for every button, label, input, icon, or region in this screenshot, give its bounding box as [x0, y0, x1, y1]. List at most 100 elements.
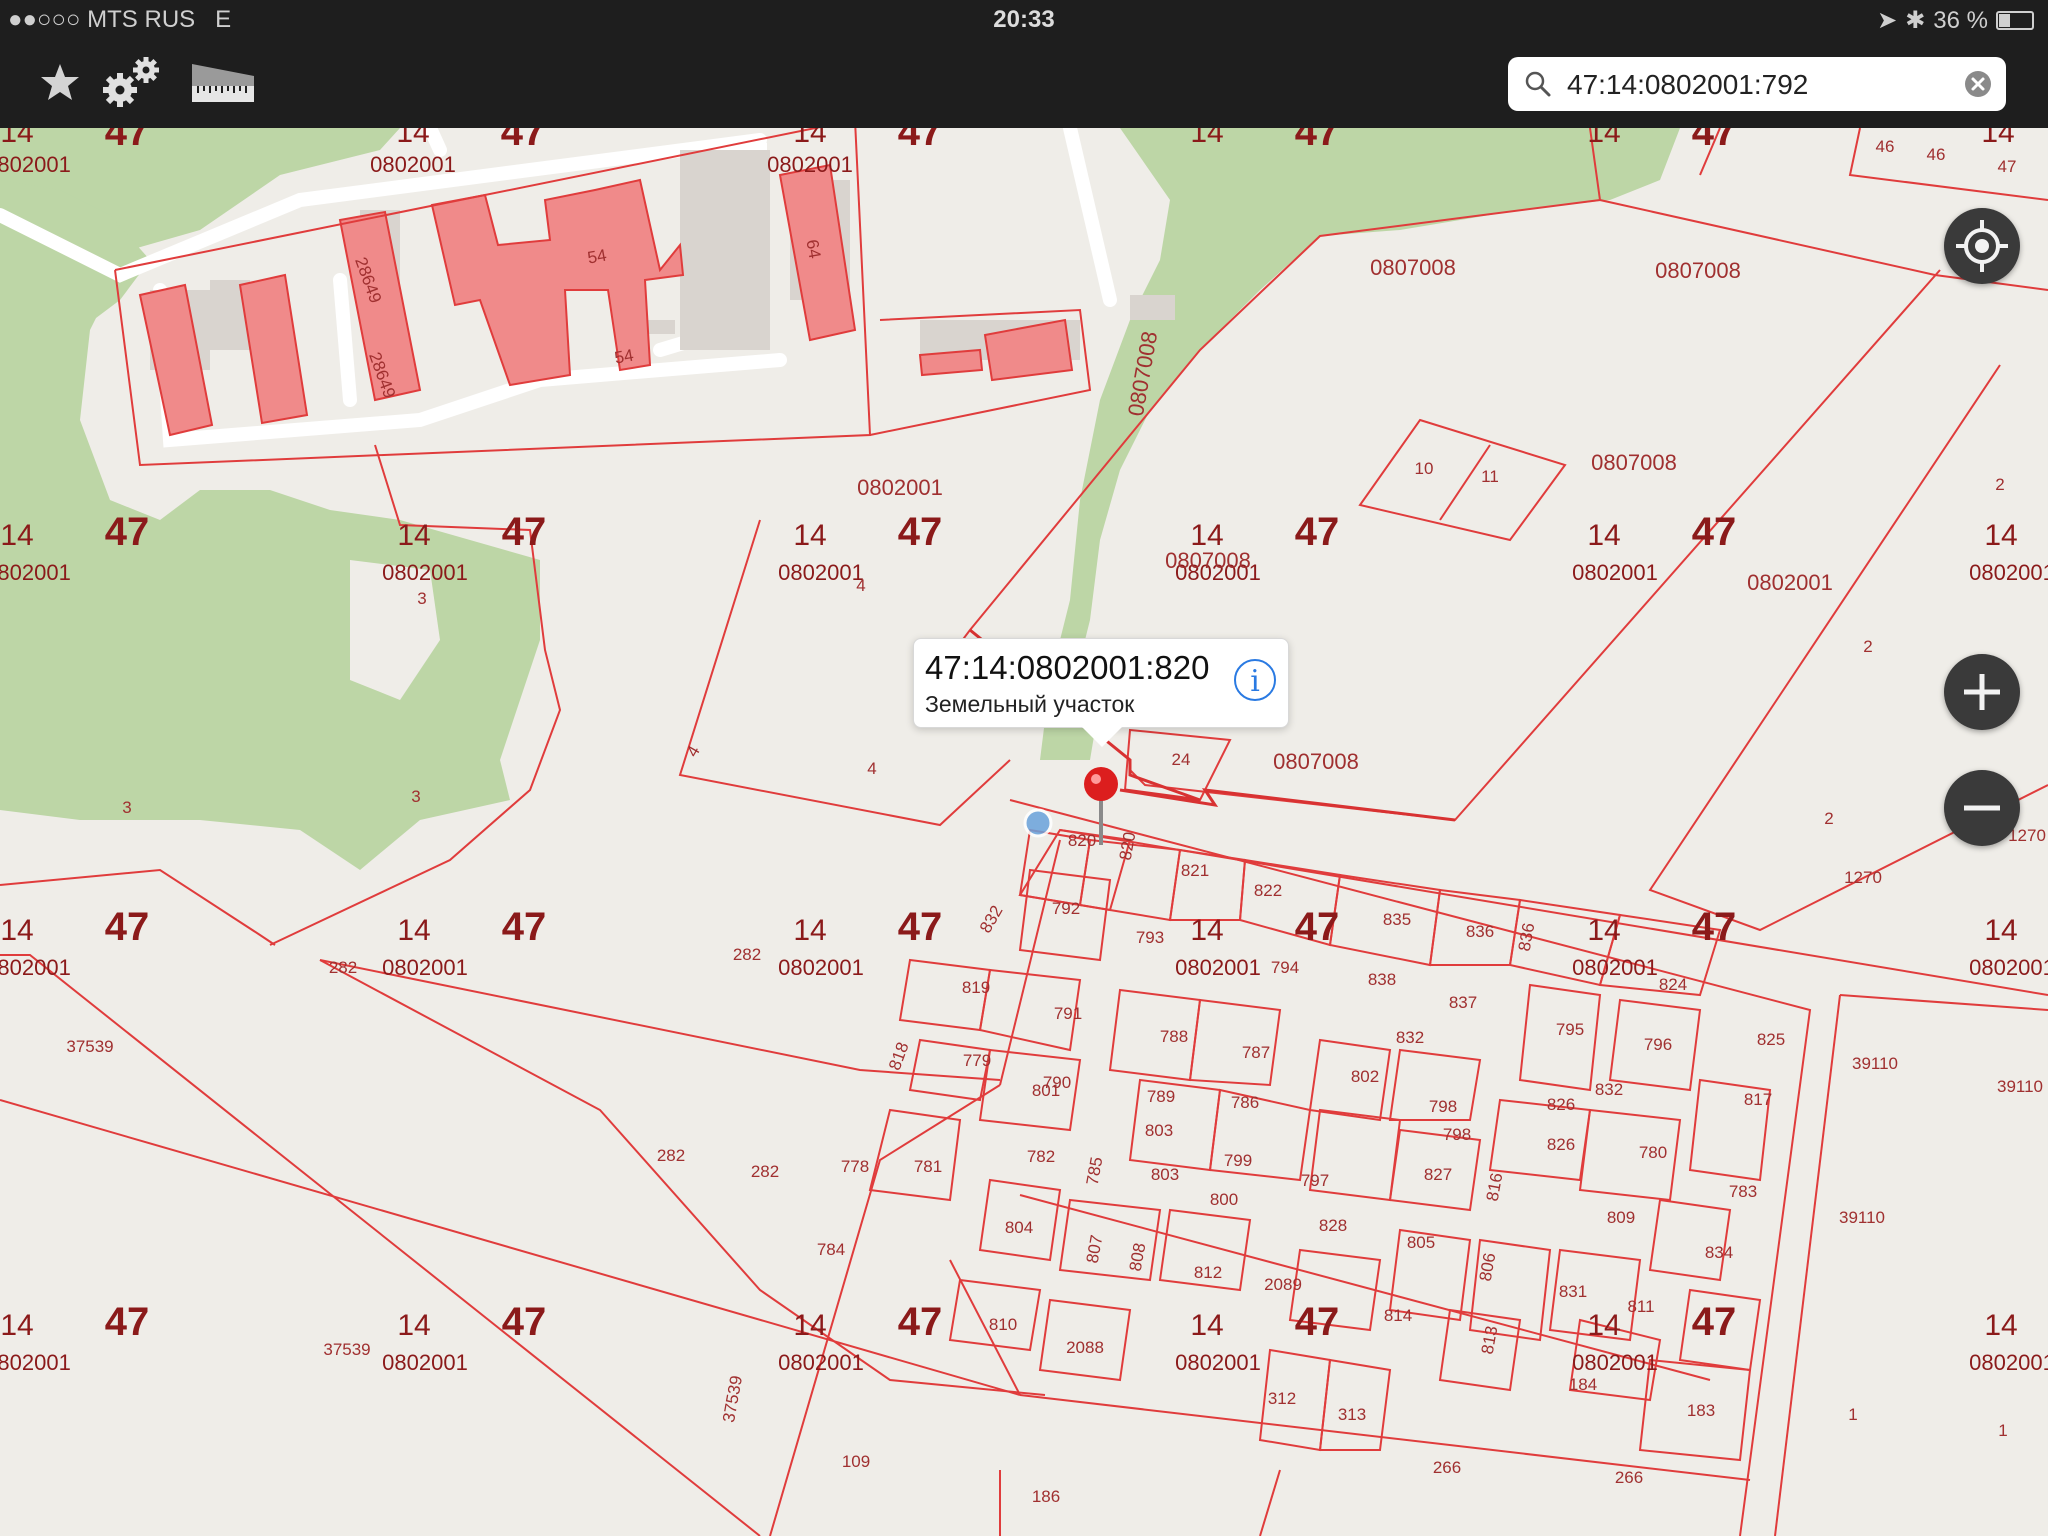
zoom-out-button[interactable] [1944, 770, 2020, 846]
grid-district-label: 14 [0, 914, 33, 947]
quarter-border [1119, 788, 1456, 822]
parcel-number: 54 [613, 346, 635, 368]
grid-district-label: 14 [397, 519, 430, 552]
info-button[interactable]: i [1234, 659, 1276, 701]
parcel-number: 782 [1027, 1147, 1055, 1166]
parcel-number: 47 [1998, 157, 2017, 176]
parcel-number: 24 [1172, 750, 1191, 769]
road [333, 273, 357, 407]
building-64 [238, 273, 309, 425]
parcel-number: 3 [411, 787, 420, 806]
parcel-number: 802 [1351, 1067, 1379, 1086]
clear-search-button[interactable] [1964, 70, 1992, 98]
parcel-number: 3 [417, 589, 426, 608]
quarter-label: 0802001 [1747, 570, 1833, 595]
parcel-number: 11 [1481, 467, 1499, 486]
parcel-number: 37539 [719, 1374, 746, 1424]
pin-highlight [1091, 774, 1101, 784]
grid-region-label: 47 [105, 510, 150, 554]
parcel-number: 816 [1483, 1171, 1507, 1202]
building-1 [918, 348, 984, 377]
parcel-number: 39110 [1839, 1208, 1885, 1227]
parcel-number: 1 [1848, 1405, 1857, 1424]
outbuilding [1130, 295, 1175, 320]
grid-quarter-label: 0802001 [767, 152, 853, 177]
grid-district-label: 14 [1587, 1309, 1620, 1342]
parcel-border [0, 954, 761, 1536]
grid-region-label: 47 [1295, 128, 1340, 154]
parcel-number: 37539 [323, 1340, 370, 1359]
grid-region-label: 47 [501, 128, 546, 154]
parcel-number: 836 [1515, 921, 1539, 952]
parcel-number: 787 [1242, 1043, 1270, 1062]
bluetooth-icon: ✱ [1905, 7, 1926, 34]
parcel-number: 806 [1476, 1251, 1500, 1282]
parcel-number: 812 [1194, 1263, 1222, 1282]
quarter-label: 0807008 [1655, 258, 1741, 283]
grid-quarter-label: 0802001 [1572, 955, 1658, 980]
grid-region-label: 47 [1692, 1300, 1737, 1344]
search-input[interactable] [1565, 63, 1949, 107]
parcel-number: 811 [1627, 1297, 1654, 1316]
grid-region-label: 47 [898, 510, 943, 554]
parcel-number: 827 [1424, 1165, 1452, 1184]
location-arrow-icon: ➤ [1877, 7, 1898, 34]
parcel-number: 804 [1005, 1218, 1033, 1237]
grid-district-label: 14 [1984, 519, 2017, 552]
parcel-number: 824 [1659, 975, 1687, 994]
parcel-number: 37539 [66, 1037, 113, 1056]
parcel-number: 282 [329, 958, 357, 977]
building-28649 [430, 178, 685, 387]
grid-quarter-label: 0802001 [1969, 1350, 2048, 1375]
parcel-number: 186 [1032, 1487, 1060, 1506]
parcel-number: 825 [1757, 1030, 1785, 1049]
parcel-border [0, 1099, 1021, 1396]
parcel-number: 4 [867, 759, 876, 778]
locate-button[interactable] [1944, 208, 2020, 284]
grid-quarter-label: 0802001 [382, 955, 468, 980]
parcel-number: 64 [802, 238, 824, 260]
cadastral-map[interactable]: 1447080200114470802001144708020011447080… [0, 128, 2048, 1536]
grid-region-label: 47 [105, 1300, 150, 1344]
parcel-number: 795 [1556, 1020, 1584, 1039]
parcel-number: 797 [1301, 1171, 1329, 1190]
parcel-callout[interactable]: 47:14:0802001:820 Земельный участок i [913, 638, 1289, 747]
parcel-number: 2 [1824, 809, 1833, 828]
grid-quarter-label: 0802001 [0, 152, 71, 177]
parcel-number: 809 [1607, 1208, 1635, 1227]
parcel-number: 826 [1547, 1095, 1575, 1114]
quarter-label: 0807008 [1591, 450, 1677, 475]
magnifier-icon [1525, 71, 1551, 97]
quarter-label: 0807008 [1165, 548, 1251, 573]
favorites-button[interactable] [40, 62, 80, 107]
minus-icon [1964, 805, 2000, 811]
quarter-label: 0807008 [1370, 255, 1456, 280]
measure-button[interactable] [190, 60, 256, 111]
grid-region-label: 47 [898, 128, 943, 154]
parcel-number: 785 [1083, 1155, 1107, 1186]
grid-quarter-label: 0802001 [382, 560, 468, 585]
parcel-number: 1 [1998, 1421, 2007, 1440]
grid-district-label: 14 [1190, 1309, 1223, 1342]
parcel-number: 800 [1210, 1190, 1238, 1209]
grid-quarter-label: 0802001 [778, 560, 864, 585]
parcel-number: 832 [1396, 1028, 1424, 1047]
settings-button[interactable] [100, 54, 166, 115]
map-canvas[interactable]: 1447080200114470802001144708020011447080… [0, 128, 2048, 1536]
parcel-number: 783 [1729, 1182, 1757, 1201]
parcel-number: 312 [1268, 1389, 1296, 1408]
grid-quarter-label: 0802001 [0, 955, 71, 980]
grid-district-label: 14 [1587, 914, 1620, 947]
parcel-number: 836 [1466, 922, 1494, 941]
grid-district-label: 14 [793, 128, 826, 149]
grid-region-label: 47 [1295, 905, 1340, 949]
quarter-label: 0807008 [1273, 749, 1359, 774]
zoom-in-button[interactable] [1944, 654, 2020, 730]
grid-region-label: 47 [1295, 1300, 1340, 1344]
grid-district-label: 14 [1190, 914, 1223, 947]
plus-icon [1964, 674, 2000, 710]
grid-region-label: 47 [898, 905, 943, 949]
grid-quarter-label: 0802001 [0, 560, 71, 585]
user-location-icon [1023, 808, 1053, 838]
parcel-number: 39110 [1997, 1077, 2043, 1096]
